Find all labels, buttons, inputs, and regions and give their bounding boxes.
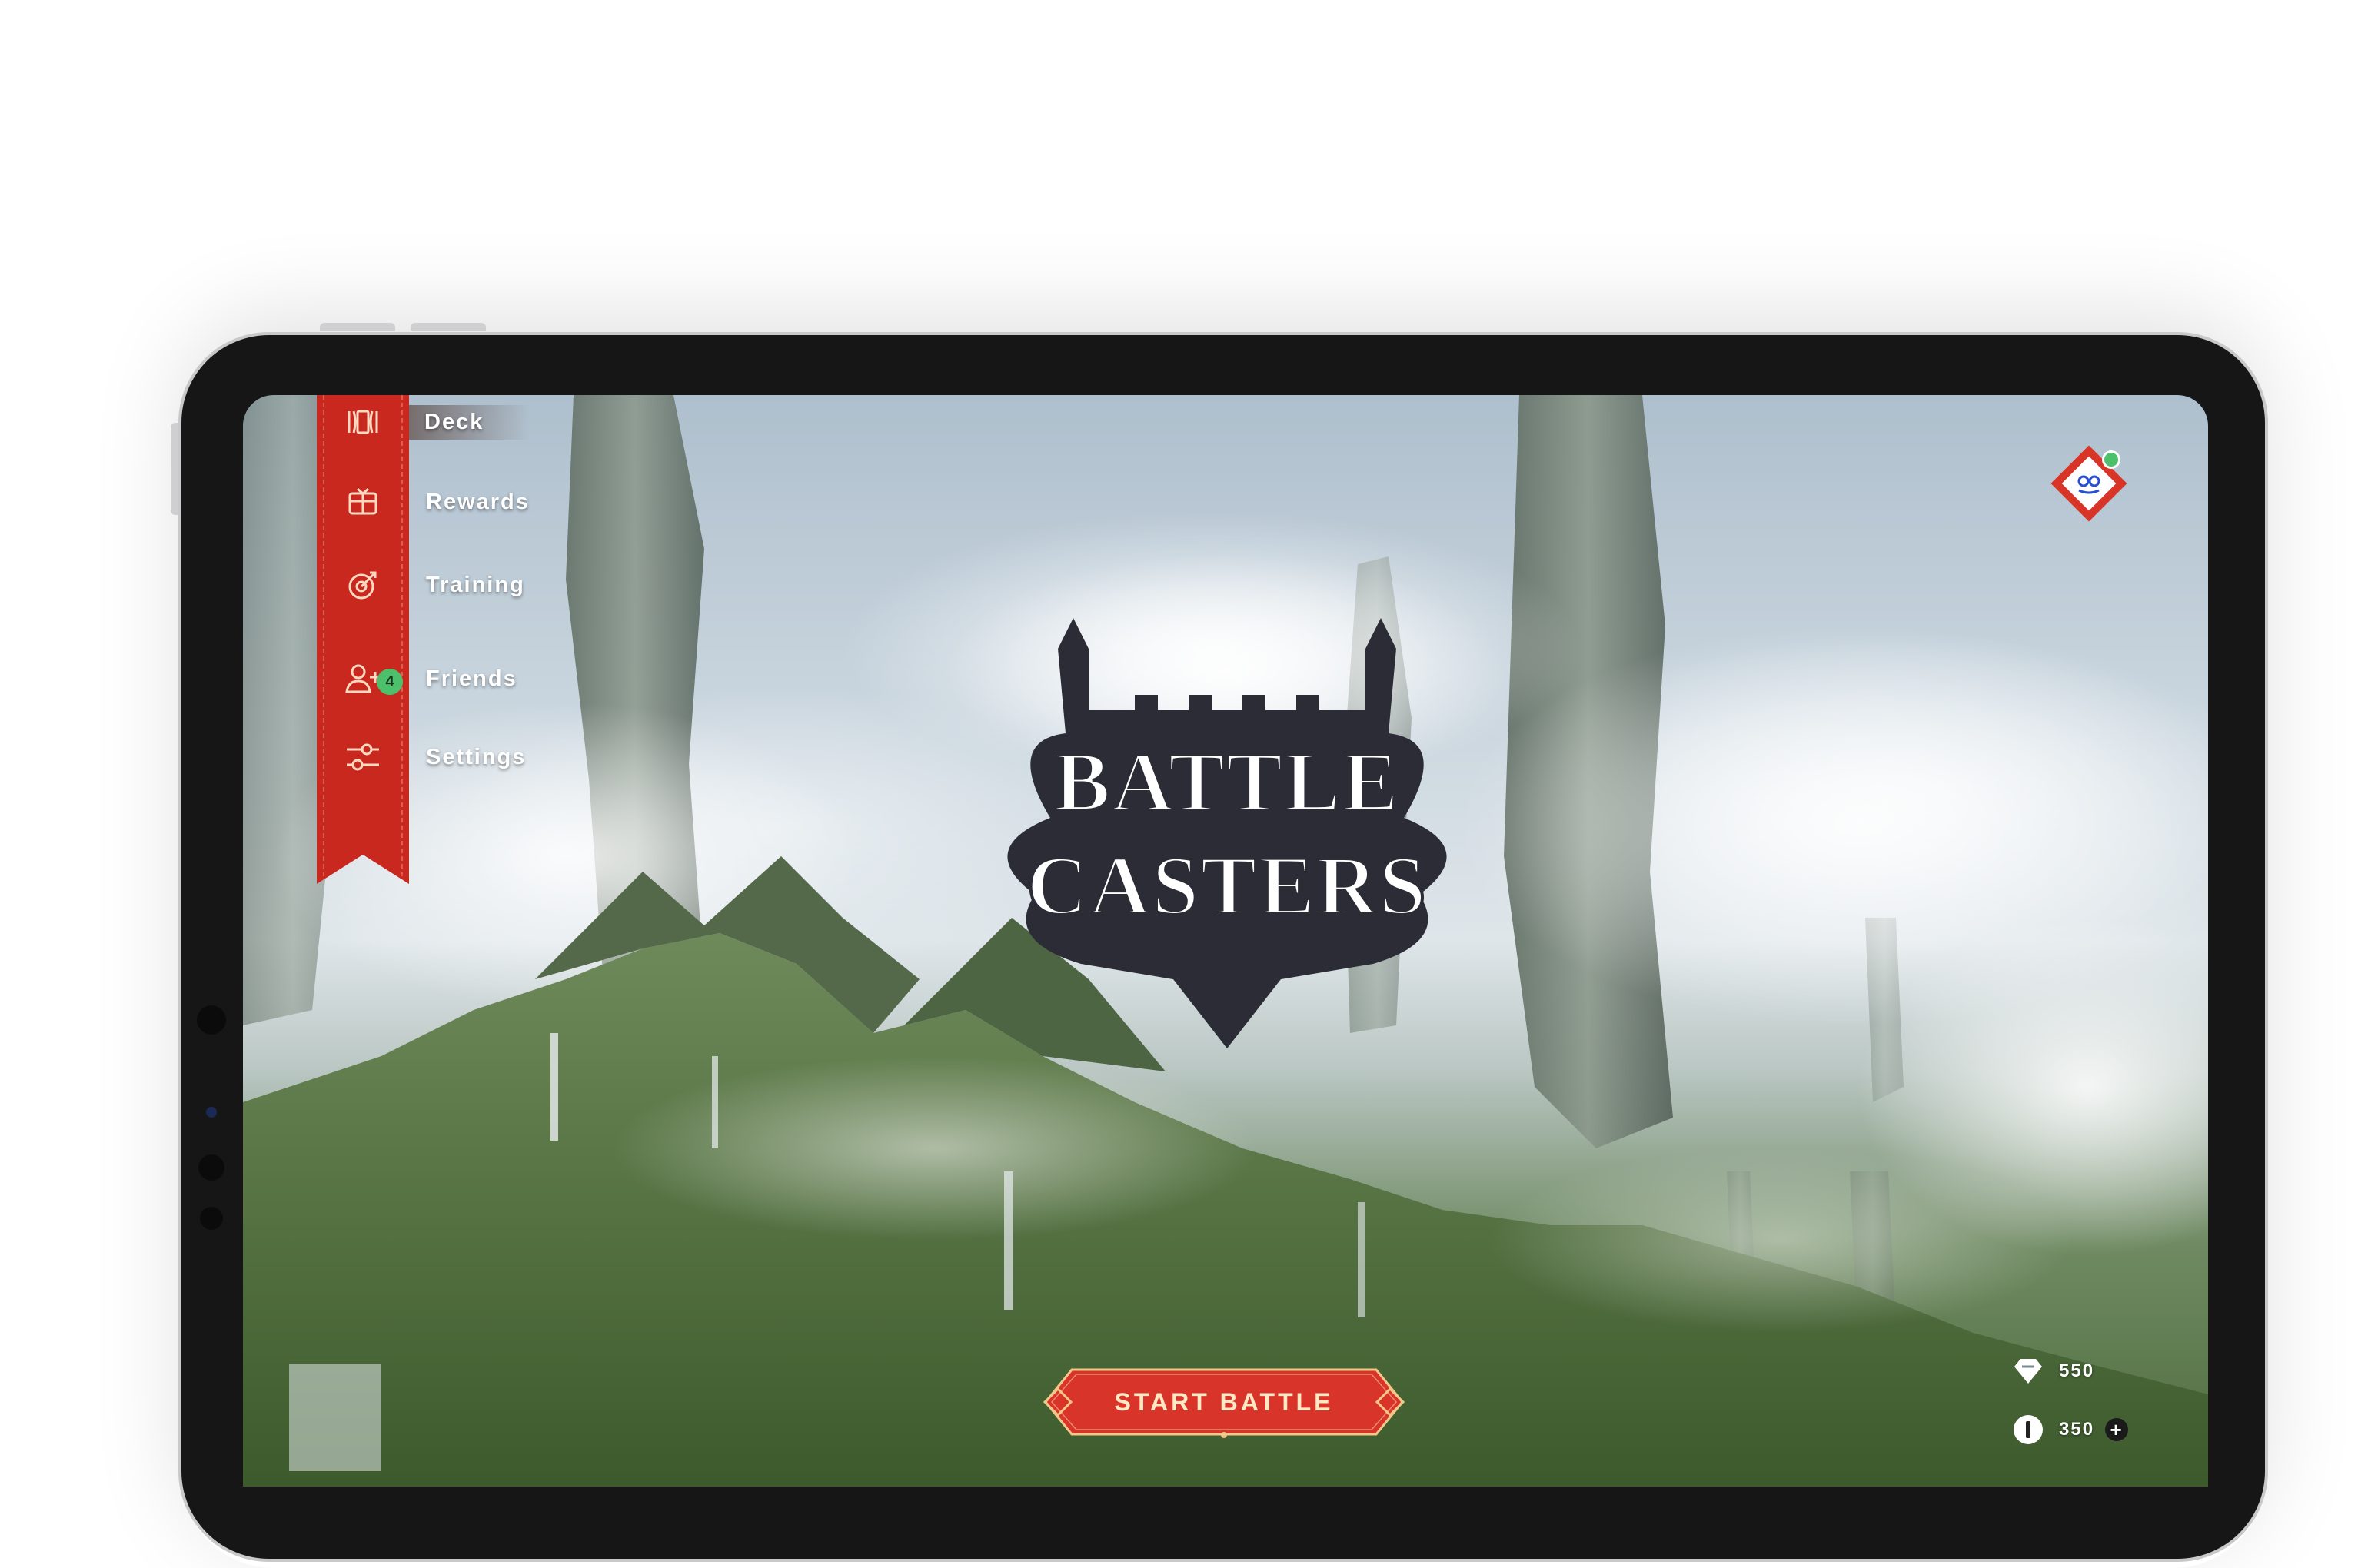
- sidebar-item-label: Settings: [426, 744, 527, 769]
- power-button: [171, 423, 178, 515]
- add-coins-button[interactable]: +: [2105, 1418, 2129, 1441]
- gems-counter: 550: [2011, 1357, 2094, 1385]
- sidebar-item-rewards[interactable]: Rewards: [317, 475, 609, 529]
- gem-icon: [2014, 1359, 2042, 1384]
- game-logo: BATTLE CASTERS: [1007, 618, 1447, 1048]
- sidebar-item-label: Friends: [426, 666, 517, 691]
- coin-icon: [2014, 1415, 2043, 1444]
- sidebar-item-label: Deck: [409, 404, 530, 440]
- start-battle-button[interactable]: START BATTLE: [1041, 1365, 1407, 1439]
- coins-value: 350: [2059, 1419, 2095, 1440]
- logo-line2: CASTERS: [1026, 839, 1427, 932]
- logo-line1: BATTLE: [1054, 735, 1400, 829]
- camera-sensor: [197, 1005, 226, 1035]
- gift-icon: [317, 475, 409, 529]
- camera-sensor: [198, 1154, 224, 1181]
- sidebar-item-friends[interactable]: 4 Friends: [317, 652, 609, 706]
- online-status-dot: [2102, 450, 2120, 469]
- start-battle-label: START BATTLE: [1114, 1387, 1334, 1416]
- notification-badge: 4: [377, 669, 403, 695]
- sidebar-item-settings[interactable]: Settings: [317, 730, 609, 784]
- sidebar-item-label: Training: [426, 572, 525, 597]
- cards-icon: [317, 395, 409, 449]
- sliders-icon: [317, 730, 409, 784]
- sidebar-item-label: Rewards: [426, 489, 530, 514]
- gems-value: 550: [2059, 1360, 2095, 1381]
- camera-lens: [206, 1107, 217, 1118]
- coins-counter: 350 +: [2011, 1413, 2129, 1447]
- volume-button: [320, 323, 395, 331]
- sidebar-ribbon: [317, 395, 409, 884]
- camera-sensor: [200, 1207, 223, 1230]
- volume-button: [411, 323, 486, 331]
- sidebar-item-deck[interactable]: Deck: [317, 395, 609, 449]
- target-icon: [317, 558, 409, 612]
- game-screen: Deck Rewards Training 4 Friends Settings…: [243, 395, 2208, 1487]
- sidebar-item-training[interactable]: Training: [317, 558, 609, 612]
